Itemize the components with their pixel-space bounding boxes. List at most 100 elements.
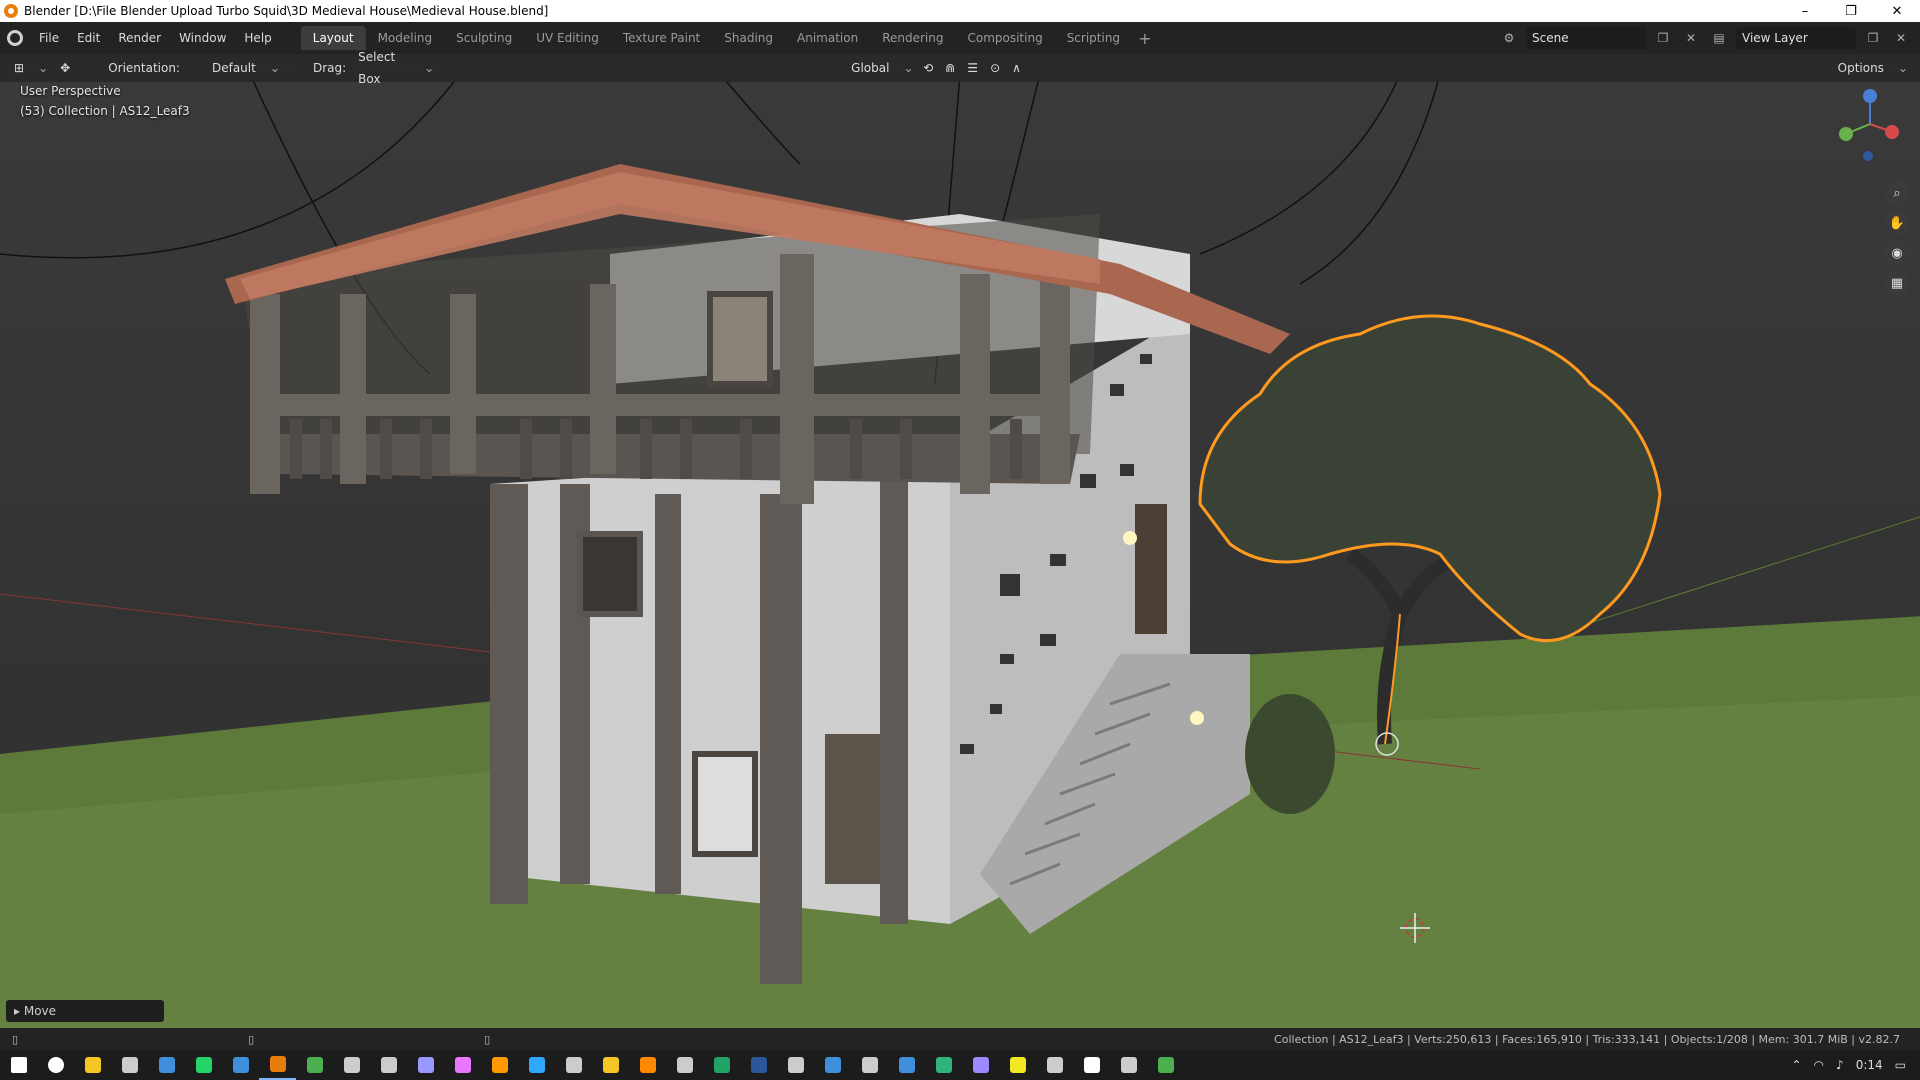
after-effects-icon[interactable] — [407, 1050, 444, 1080]
side-door — [1135, 504, 1167, 634]
transform-tool-icon[interactable]: ✥ — [54, 57, 76, 79]
last-operator-panel[interactable]: ▸ Move — [6, 1000, 164, 1022]
menu-file[interactable]: File — [30, 26, 68, 50]
media-icon[interactable] — [370, 1050, 407, 1080]
new-view-layer-icon[interactable]: ❐ — [1862, 27, 1884, 49]
view-layer-icon[interactable]: ▤ — [1708, 27, 1730, 49]
remove-view-layer-icon[interactable]: ✕ — [1890, 27, 1912, 49]
app7-icon[interactable] — [1073, 1050, 1110, 1080]
orientation-dropdown[interactable]: Default — [205, 57, 301, 79]
scene-name-field[interactable]: Scene — [1526, 27, 1646, 49]
options-dropdown[interactable]: Options — [1831, 57, 1914, 79]
search-icon[interactable] — [37, 1050, 74, 1080]
scene-icon[interactable]: ⚙ — [1498, 27, 1520, 49]
maximize-button[interactable]: ❐ — [1828, 0, 1874, 22]
scene-render[interactable] — [0, 54, 1920, 1028]
snap-magnet-icon[interactable]: ⋒ — [939, 57, 961, 79]
title-bar: Blender [D:\File Blender Upload Turbo Sq… — [0, 0, 1920, 22]
tab-sculpting[interactable]: Sculpting — [444, 26, 524, 50]
zoom-icon[interactable]: ⌕ — [1884, 180, 1910, 206]
menu-render[interactable]: Render — [109, 26, 170, 50]
remove-scene-icon[interactable]: ✕ — [1680, 27, 1702, 49]
lower-window — [692, 751, 758, 857]
pan-hand-icon[interactable]: ✋ — [1884, 210, 1910, 236]
app6-icon[interactable] — [962, 1050, 999, 1080]
volume-icon[interactable]: ♪ — [1836, 1058, 1844, 1072]
clock[interactable]: 0:14 — [1856, 1058, 1883, 1072]
new-scene-icon[interactable]: ❐ — [1652, 27, 1674, 49]
operator-label: Move — [23, 1004, 57, 1018]
mail-icon[interactable] — [222, 1050, 259, 1080]
calculator-icon[interactable] — [1036, 1050, 1073, 1080]
word-icon[interactable] — [740, 1050, 777, 1080]
tab-uv-editing[interactable]: UV Editing — [524, 26, 611, 50]
close-button[interactable]: ✕ — [1874, 0, 1920, 22]
app5-icon[interactable] — [888, 1050, 925, 1080]
start-icon[interactable] — [0, 1050, 37, 1080]
store-icon[interactable] — [148, 1050, 185, 1080]
app9-icon[interactable] — [1147, 1050, 1184, 1080]
lamp-light — [1123, 531, 1137, 545]
menu-edit[interactable]: Edit — [68, 26, 109, 50]
menu-help[interactable]: Help — [235, 26, 280, 50]
lamp-light — [1190, 711, 1204, 725]
proportional-edit-icon[interactable]: ⊙ — [984, 57, 1006, 79]
terminal-icon[interactable] — [333, 1050, 370, 1080]
pivot-point-icon[interactable]: ⟲ — [917, 57, 939, 79]
steam-icon[interactable] — [777, 1050, 814, 1080]
minimize-button[interactable]: – — [1782, 0, 1828, 22]
tab-shading[interactable]: Shading — [712, 26, 785, 50]
bush — [1245, 694, 1335, 814]
3d-viewport[interactable]: User Perspective (53) Collection | AS12_… — [0, 54, 1920, 1028]
view-layer-field[interactable]: View Layer — [1736, 27, 1856, 49]
drag-dropdown[interactable]: Select Box — [352, 50, 441, 86]
blender-icon[interactable] — [259, 1050, 296, 1080]
scene-stats: Collection | AS12_Leaf3 | Verts:250,613 … — [1274, 1032, 1900, 1046]
ortho-grid-icon[interactable]: ▦ — [1884, 270, 1910, 296]
chrome-icon[interactable] — [296, 1050, 333, 1080]
upper-window — [707, 291, 773, 387]
notes-icon[interactable] — [999, 1050, 1036, 1080]
tab-layout[interactable]: Layout — [300, 26, 366, 50]
folder-icon[interactable] — [592, 1050, 629, 1080]
menu-window[interactable]: Window — [170, 26, 235, 50]
premiere-icon[interactable] — [444, 1050, 481, 1080]
options-label: Options — [1837, 61, 1884, 75]
transform-orientation-dropdown[interactable]: Global — [845, 57, 918, 79]
photoshop-icon[interactable] — [518, 1050, 555, 1080]
windows-taskbar: ⌃ ◠ ♪ 0:14 ▭ — [0, 1050, 1920, 1080]
navigation-gizmo[interactable] — [1830, 84, 1900, 164]
excel-icon[interactable] — [703, 1050, 740, 1080]
camera-view-icon[interactable]: ◉ — [1884, 240, 1910, 266]
tab-scripting[interactable]: Scripting — [1055, 26, 1132, 50]
tab-rendering[interactable]: Rendering — [870, 26, 955, 50]
notifications-icon[interactable]: ▭ — [1895, 1058, 1906, 1072]
illustrator-icon[interactable] — [481, 1050, 518, 1080]
file-explorer-icon[interactable] — [74, 1050, 111, 1080]
tab-texture-paint[interactable]: Texture Paint — [611, 26, 712, 50]
top-menu-bar: File Edit Render Window Help Layout Mode… — [0, 22, 1920, 54]
orientation-label: Orientation: — [108, 61, 180, 75]
editor-type-icon[interactable]: ⊞ — [8, 57, 55, 79]
tab-compositing[interactable]: Compositing — [955, 26, 1054, 50]
chevron-up-icon[interactable]: ⌃ — [1791, 1058, 1801, 1072]
snap-options-icon[interactable]: ☰ — [961, 57, 984, 79]
edge-icon[interactable] — [925, 1050, 962, 1080]
viewport-header: ⊞ ✥ Orientation: Default Drag: Select Bo… — [0, 50, 1920, 86]
app-icon[interactable] — [555, 1050, 592, 1080]
front-door — [825, 734, 880, 884]
app3-icon[interactable] — [814, 1050, 851, 1080]
blender-logo-icon[interactable] — [0, 25, 30, 51]
wifi-icon[interactable]: ◠ — [1814, 1058, 1824, 1072]
app8-icon[interactable] — [1110, 1050, 1147, 1080]
falloff-icon[interactable]: ∧ — [1006, 57, 1027, 79]
app2-icon[interactable] — [666, 1050, 703, 1080]
system-tray: ⌃ ◠ ♪ 0:14 ▭ — [1791, 1058, 1920, 1072]
settings-icon[interactable] — [111, 1050, 148, 1080]
app4-icon[interactable] — [851, 1050, 888, 1080]
add-workspace-button[interactable]: + — [1132, 29, 1157, 48]
tab-animation[interactable]: Animation — [785, 26, 870, 50]
collection-info-label: (53) Collection | AS12_Leaf3 — [20, 104, 190, 118]
vlc-icon[interactable] — [629, 1050, 666, 1080]
whatsapp-icon[interactable] — [185, 1050, 222, 1080]
